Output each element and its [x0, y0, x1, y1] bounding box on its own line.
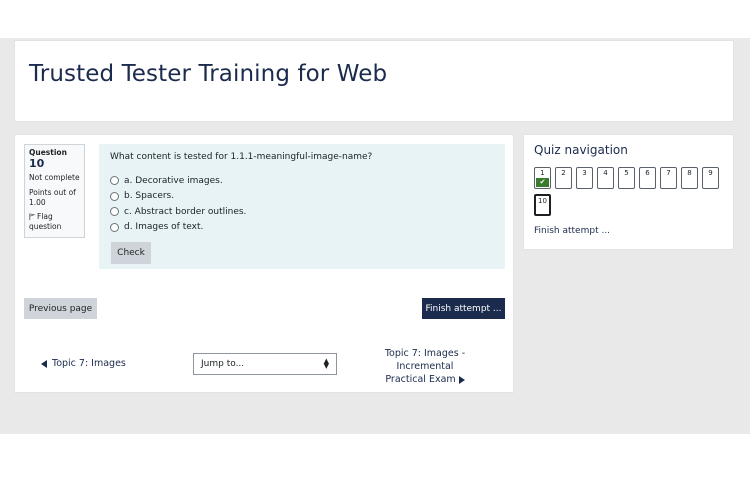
- activity-navigation: Topic 7: Images Jump to... ▲ ▼ Topic 7: I…: [15, 347, 515, 387]
- answer-option-d[interactable]: d. Images of text.: [110, 220, 494, 236]
- radio-button[interactable]: [110, 176, 119, 186]
- check-icon: ✔: [536, 178, 549, 187]
- quiz-nav-button-4[interactable]: 4: [597, 167, 614, 189]
- triangle-right-icon: [458, 375, 465, 384]
- question-state: Not complete: [29, 173, 80, 182]
- next-activity-link[interactable]: Topic 7: Images - Incremental Practical …: [359, 347, 491, 386]
- answer-list: a. Decorative images. b. Spacers. c. Abs…: [110, 173, 494, 235]
- page-title: Trusted Tester Training for Web: [29, 61, 388, 87]
- answer-option-b[interactable]: b. Spacers.: [110, 189, 494, 205]
- previous-page-button[interactable]: Previous page: [24, 298, 97, 319]
- page-header: Trusted Tester Training for Web: [14, 40, 734, 122]
- answer-option-a[interactable]: a. Decorative images.: [110, 173, 494, 189]
- quiz-nav-button-1[interactable]: 1 ✔: [534, 167, 551, 189]
- quiz-nav-button-5[interactable]: 5: [618, 167, 635, 189]
- answer-option-c[interactable]: c. Abstract border outlines.: [110, 204, 494, 220]
- quiz-navigation-title: Quiz navigation: [534, 143, 628, 157]
- quiz-nav-button-9[interactable]: 9: [702, 167, 719, 189]
- question-card: Question 10 Not complete Points out of 1…: [14, 134, 514, 393]
- flag-icon: [29, 213, 36, 220]
- radio-button[interactable]: [110, 207, 119, 217]
- question-info-panel: Question 10 Not complete Points out of 1…: [24, 144, 85, 238]
- previous-activity-link[interactable]: Topic 7: Images: [41, 358, 126, 369]
- triangle-left-icon: [41, 359, 47, 368]
- jump-to-select[interactable]: Jump to... ▲ ▼: [193, 353, 337, 375]
- question-grade: Points out of 1.00: [29, 188, 76, 207]
- quiz-nav-button-6[interactable]: 6: [639, 167, 656, 189]
- select-arrows-icon: ▲ ▼: [323, 357, 329, 370]
- quiz-nav-button-3[interactable]: 3: [576, 167, 593, 189]
- quiz-nav-button-8[interactable]: 8: [681, 167, 698, 189]
- check-button[interactable]: Check: [111, 242, 151, 264]
- radio-button[interactable]: [110, 191, 119, 201]
- radio-button[interactable]: [110, 222, 119, 232]
- quiz-nav-button-7[interactable]: 7: [660, 167, 677, 189]
- quiz-nav-button-2[interactable]: 2: [555, 167, 572, 189]
- question-number: 10: [29, 157, 45, 170]
- question-text: What content is tested for 1.1.1-meaning…: [110, 152, 373, 162]
- quiz-nav-button-10[interactable]: 10: [534, 194, 551, 216]
- question-content: What content is tested for 1.1.1-meaning…: [99, 144, 505, 269]
- flag-question-button[interactable]: Flag question: [29, 212, 80, 232]
- finish-attempt-link[interactable]: Finish attempt ...: [534, 226, 610, 236]
- finish-attempt-button[interactable]: Finish attempt ...: [422, 298, 505, 319]
- quiz-navigation-block: Quiz navigation 1 ✔ 2 3 4 5 6 7 8 9 10 F…: [523, 134, 734, 250]
